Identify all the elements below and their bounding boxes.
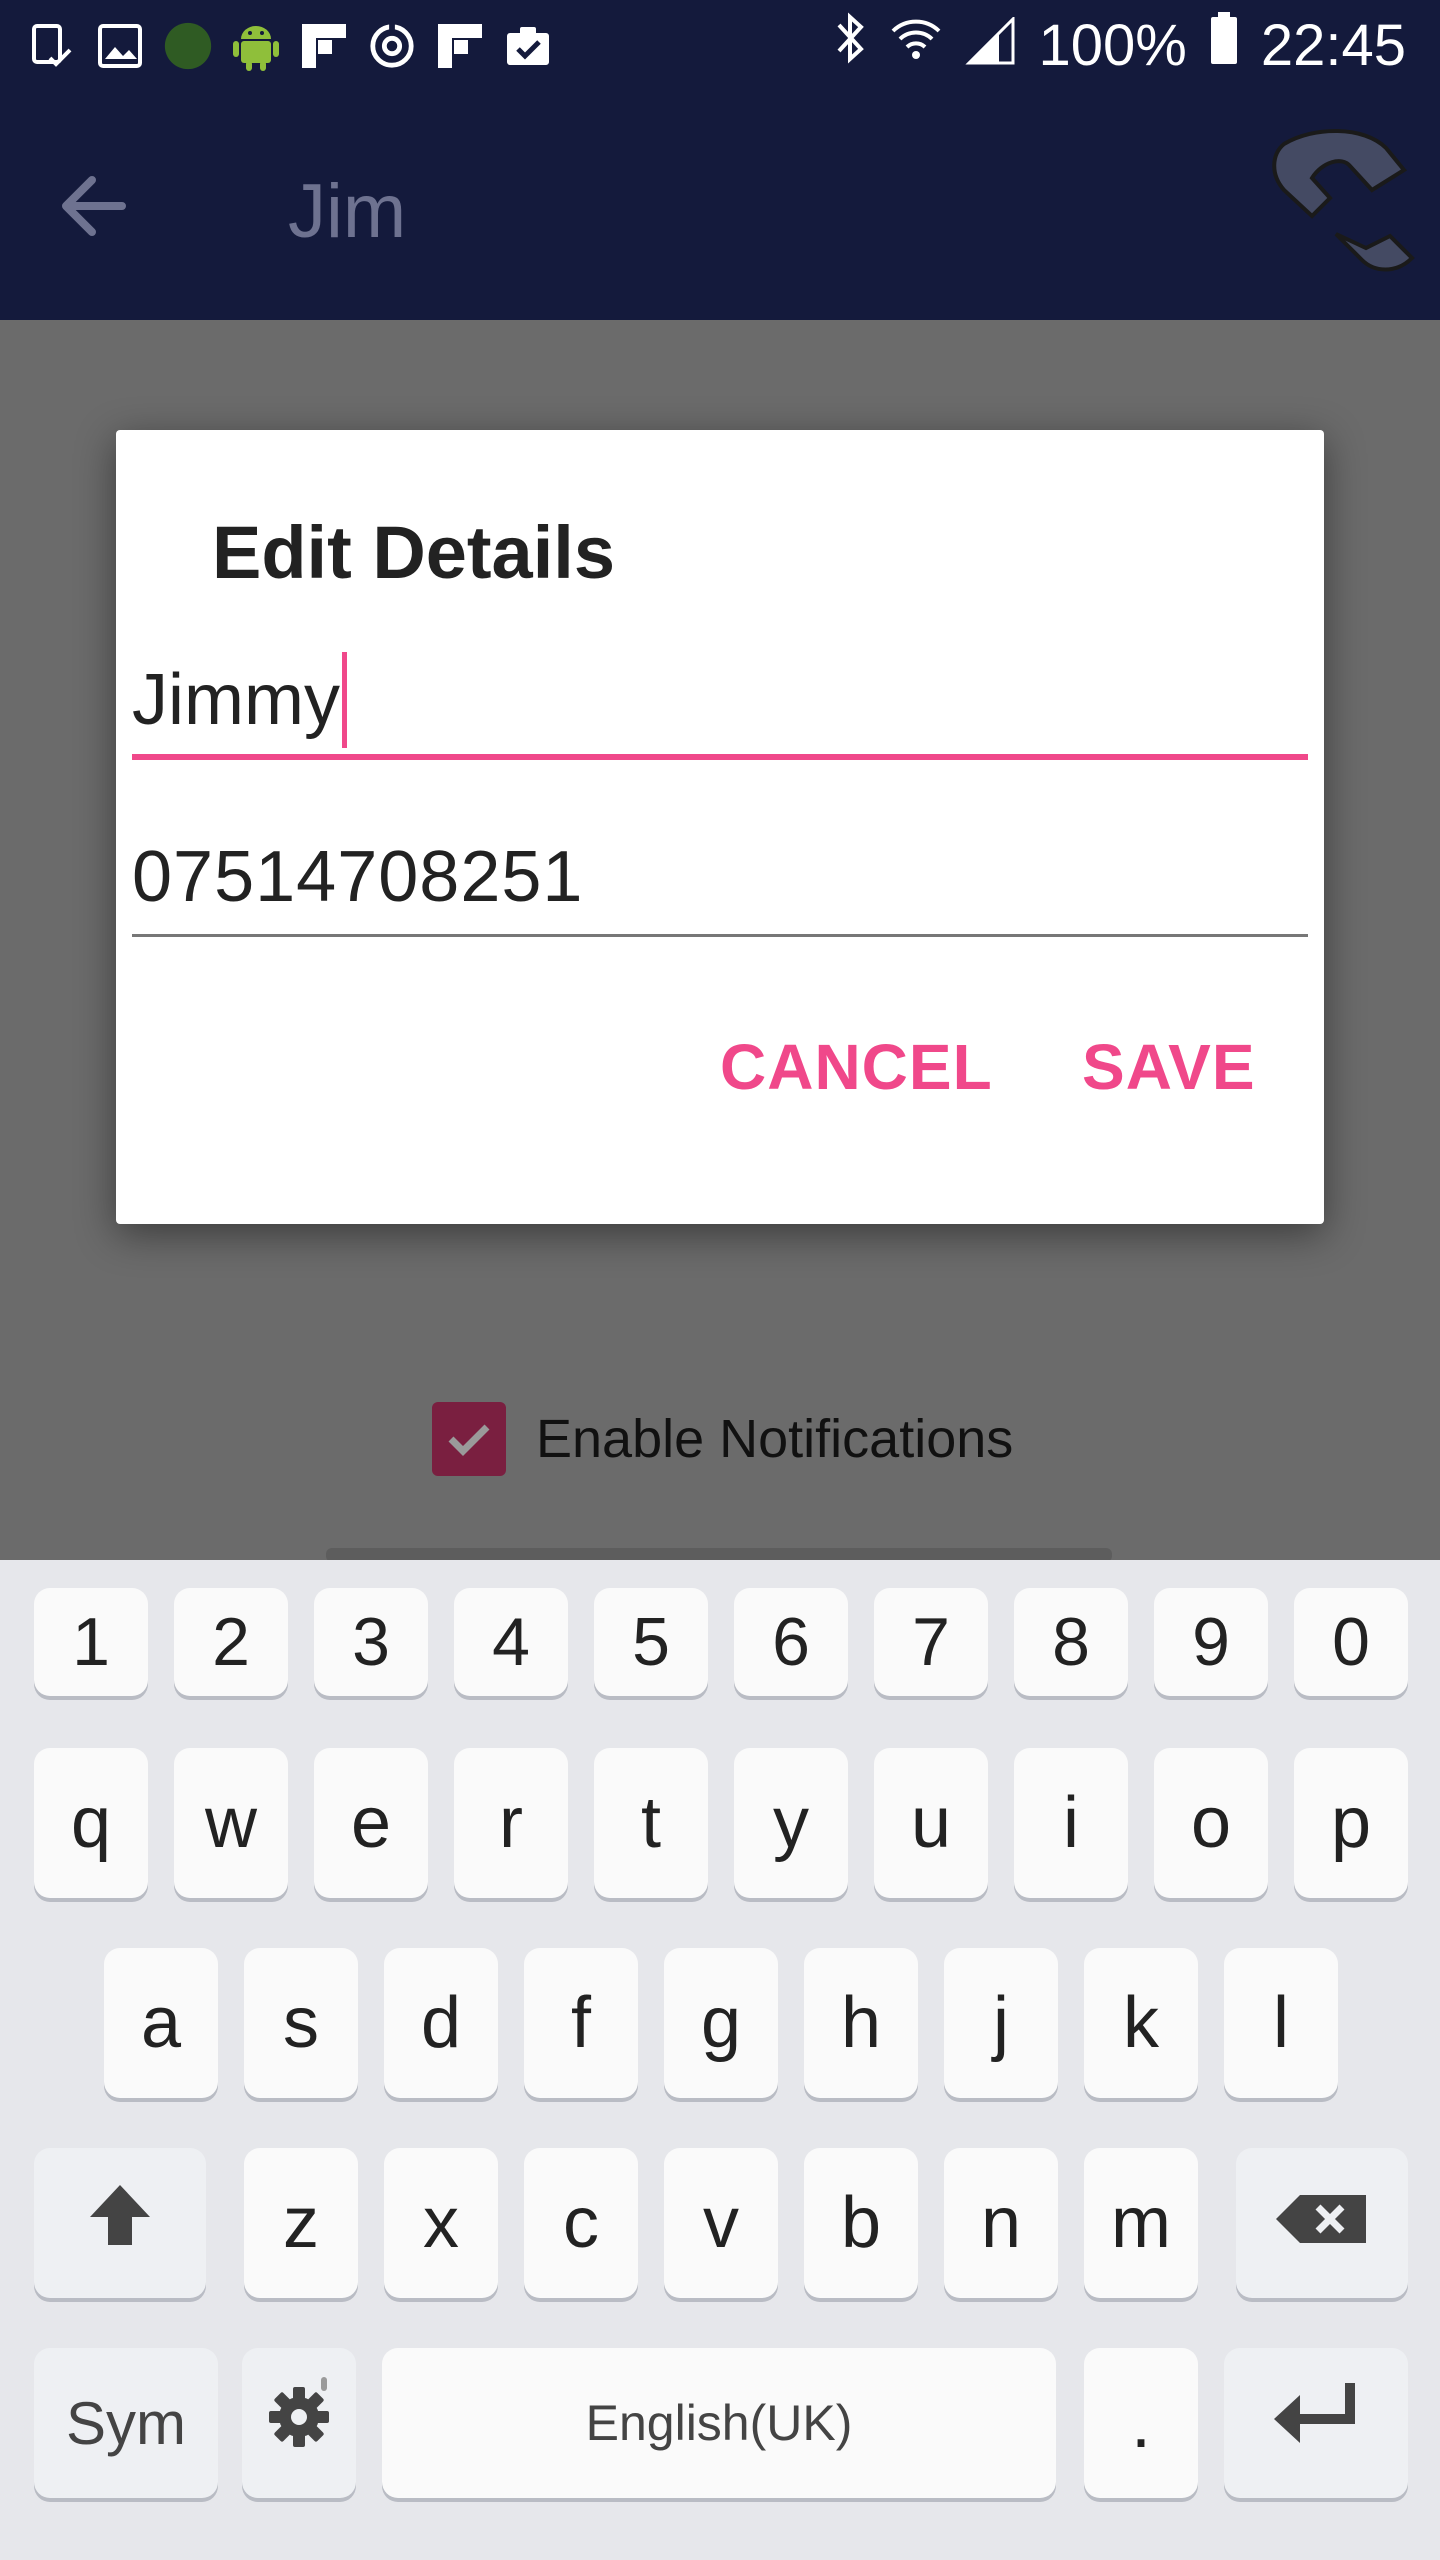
key-c[interactable]: c: [524, 2148, 638, 2298]
phone-input-underline: [132, 934, 1308, 937]
sync-circle-icon: [368, 18, 416, 74]
key-n[interactable]: n: [944, 2148, 1058, 2298]
key-8[interactable]: 8: [1014, 1588, 1128, 1696]
sym-key[interactable]: Sym: [34, 2348, 218, 2498]
cancel-button[interactable]: CANCEL: [720, 1030, 993, 1104]
key-7[interactable]: 7: [874, 1588, 988, 1696]
key-9[interactable]: 9: [1154, 1588, 1268, 1696]
key-0[interactable]: 0: [1294, 1588, 1408, 1696]
notifications-checkbox[interactable]: [432, 1402, 506, 1476]
key-p[interactable]: p: [1294, 1748, 1408, 1898]
key-u[interactable]: u: [874, 1748, 988, 1898]
clipboard-check-icon: [504, 18, 552, 74]
name-input-underline: [132, 754, 1308, 760]
tablet-check-icon: [28, 18, 76, 74]
battery-percent: 100%: [1038, 12, 1187, 78]
notification-icons: [28, 18, 552, 74]
name-input-value: Jimmy: [132, 660, 340, 740]
key-j[interactable]: j: [944, 1948, 1058, 2098]
settings-key[interactable]: [242, 2348, 356, 2498]
key-4[interactable]: 4: [454, 1588, 568, 1696]
gear-icon: [259, 2375, 339, 2472]
name-input[interactable]: Jimmy: [132, 652, 347, 748]
notifications-toggle[interactable]: Enable Notifications: [432, 1402, 1013, 1476]
app-bar: [0, 96, 1440, 320]
key-x[interactable]: x: [384, 2148, 498, 2298]
key-v[interactable]: v: [664, 2148, 778, 2298]
back-button[interactable]: [52, 156, 192, 266]
key-i[interactable]: i: [1014, 1748, 1128, 1898]
arrow-left-icon: [52, 176, 132, 250]
green-circle-icon: [164, 18, 212, 74]
period-key[interactable]: .: [1084, 2348, 1198, 2498]
key-d[interactable]: d: [384, 1948, 498, 2098]
clock: 22:45: [1260, 12, 1406, 78]
key-y[interactable]: y: [734, 1748, 848, 1898]
status-bar: 100% 22:45: [0, 0, 1440, 96]
text-cursor: [341, 652, 347, 748]
phone-icon: [1254, 128, 1424, 298]
flipboard-icon: [436, 18, 484, 74]
key-l[interactable]: l: [1224, 1948, 1338, 2098]
image-icon: [96, 18, 144, 74]
notifications-label: Enable Notifications: [536, 1409, 1014, 1469]
key-b[interactable]: b: [804, 2148, 918, 2298]
page-title: Jim: [288, 169, 407, 254]
key-h[interactable]: h: [804, 1948, 918, 2098]
shift-key[interactable]: [34, 2148, 206, 2298]
key-r[interactable]: r: [454, 1748, 568, 1898]
enter-icon: [1268, 2379, 1364, 2468]
key-w[interactable]: w: [174, 1748, 288, 1898]
key-s[interactable]: s: [244, 1948, 358, 2098]
backspace-icon: [1274, 2182, 1370, 2264]
space-key[interactable]: English(UK): [382, 2348, 1056, 2498]
signal-icon: [964, 12, 1017, 79]
enter-key[interactable]: [1224, 2348, 1408, 2498]
key-5[interactable]: 5: [594, 1588, 708, 1696]
key-e[interactable]: e: [314, 1748, 428, 1898]
key-a[interactable]: a: [104, 1948, 218, 2098]
bluetooth-icon: [833, 11, 867, 79]
key-q[interactable]: q: [34, 1748, 148, 1898]
key-6[interactable]: 6: [734, 1588, 848, 1696]
battery-icon: [1209, 10, 1239, 80]
wifi-icon: [889, 12, 943, 79]
key-f[interactable]: f: [524, 1948, 638, 2098]
key-3[interactable]: 3: [314, 1588, 428, 1696]
call-button[interactable]: [1254, 124, 1430, 300]
shift-arrow-icon: [84, 2179, 156, 2268]
key-z[interactable]: z: [244, 2148, 358, 2298]
status-right: 100% 22:45: [833, 10, 1406, 80]
android-icon: [232, 18, 280, 74]
flipboard-icon: [300, 18, 348, 74]
dialog-title: Edit Details: [212, 511, 615, 594]
key-g[interactable]: g: [664, 1948, 778, 2098]
key-m[interactable]: m: [1084, 2148, 1198, 2298]
key-1[interactable]: 1: [34, 1588, 148, 1696]
key-o[interactable]: o: [1154, 1748, 1268, 1898]
backspace-key[interactable]: [1236, 2148, 1408, 2298]
save-button[interactable]: SAVE: [1082, 1030, 1256, 1104]
key-2[interactable]: 2: [174, 1588, 288, 1696]
phone-input[interactable]: 07514708251: [132, 836, 583, 918]
key-k[interactable]: k: [1084, 1948, 1198, 2098]
key-t[interactable]: t: [594, 1748, 708, 1898]
